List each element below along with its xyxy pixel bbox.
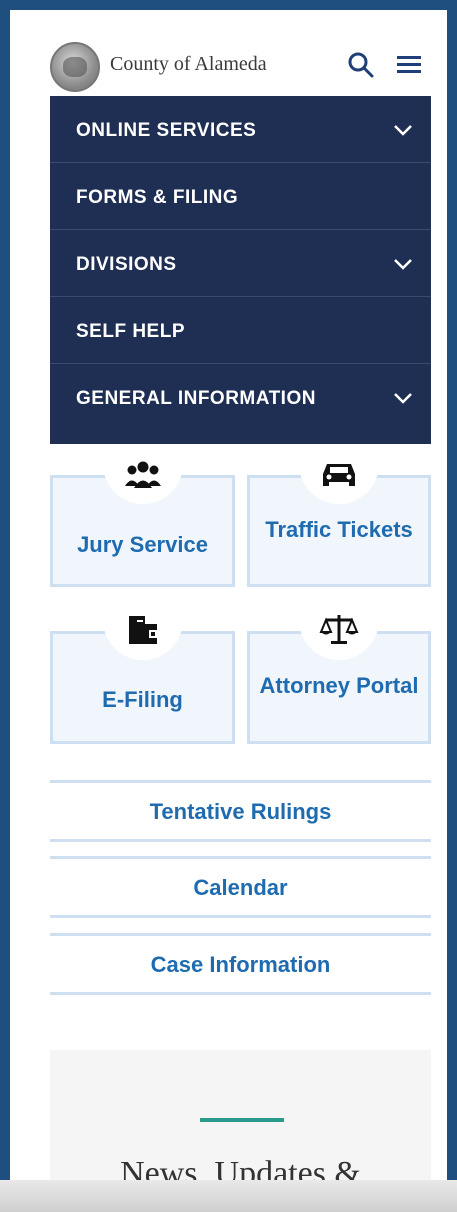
- nav-item-label: FORMS & FILING: [76, 187, 239, 208]
- card-jury-service[interactable]: Jury Service: [50, 448, 235, 587]
- menu-button[interactable]: [394, 50, 424, 80]
- link-label: Tentative Rulings: [149, 799, 332, 824]
- card-label: E-Filing: [102, 687, 183, 712]
- link-case-information[interactable]: Case Information: [50, 933, 431, 995]
- folder-icon: [128, 616, 157, 644]
- link-calendar[interactable]: Calendar: [50, 856, 431, 918]
- county-seal-logo[interactable]: [50, 42, 100, 92]
- site-header: County of Alameda: [10, 10, 447, 96]
- nav-item-general-information[interactable]: GENERAL INFORMATION: [50, 364, 431, 431]
- card-label: Traffic Tickets: [265, 517, 413, 542]
- news-section: News, Updates &: [50, 1050, 431, 1180]
- news-section-title: News, Updates &: [120, 1155, 361, 1180]
- card-traffic-tickets[interactable]: Traffic Tickets: [247, 448, 431, 587]
- nav-item-label: SELF HELP: [76, 321, 186, 342]
- menu-icon: [397, 56, 421, 73]
- nav-item-label: ONLINE SERVICES: [76, 120, 257, 141]
- car-icon: [323, 464, 355, 486]
- card-icon-badge: [102, 604, 183, 660]
- card-icon-badge: [102, 448, 183, 504]
- nav-item-label: DIVISIONS: [76, 254, 177, 275]
- search-button[interactable]: [346, 50, 376, 80]
- card-label: Attorney Portal: [259, 673, 419, 698]
- main-nav-dropdown: ONLINE SERVICES FORMS & FILING DIVISIONS…: [50, 96, 431, 444]
- nav-item-self-help[interactable]: SELF HELP: [50, 297, 431, 364]
- card-e-filing[interactable]: E-Filing: [50, 604, 235, 744]
- link-label: Calendar: [193, 875, 288, 900]
- nav-item-online-services[interactable]: ONLINE SERVICES: [50, 96, 431, 163]
- chevron-down-icon[interactable]: [391, 118, 415, 142]
- card-icon-badge: [299, 448, 379, 504]
- device-frame-bottom: [0, 1180, 457, 1212]
- section-accent-rule: [200, 1118, 284, 1122]
- link-tentative-rulings[interactable]: Tentative Rulings: [50, 780, 431, 842]
- scales-icon: [319, 615, 359, 644]
- site-brand[interactable]: County of Alameda: [110, 53, 267, 76]
- screen: County of Alameda ONLINE SERVICES FORMS …: [10, 10, 447, 1180]
- card-attorney-portal[interactable]: Attorney Portal: [247, 604, 431, 744]
- search-icon: [348, 52, 374, 78]
- chevron-down-icon[interactable]: [391, 252, 415, 276]
- card-label: Jury Service: [77, 532, 208, 557]
- nav-item-divisions[interactable]: DIVISIONS: [50, 230, 431, 297]
- nav-item-forms-filing[interactable]: FORMS & FILING: [50, 163, 431, 230]
- nav-item-label: GENERAL INFORMATION: [76, 388, 316, 409]
- link-label: Case Information: [150, 952, 331, 977]
- card-icon-badge: [299, 604, 379, 660]
- people-icon: [124, 461, 161, 488]
- chevron-down-icon[interactable]: [391, 386, 415, 410]
